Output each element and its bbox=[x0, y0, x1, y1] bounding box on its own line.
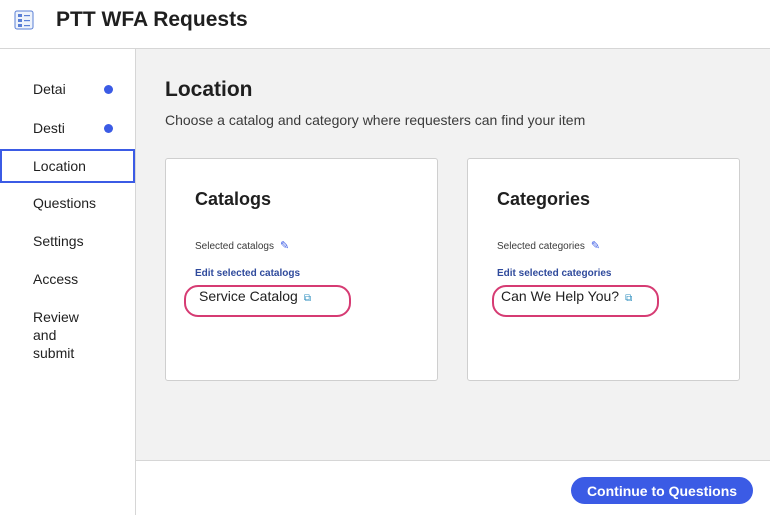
categories-title: Categories bbox=[497, 189, 591, 209]
sidebar-item-label: Review and submit bbox=[33, 309, 79, 361]
sidebar-item-settings[interactable]: Settings bbox=[0, 233, 133, 249]
page-subtitle: Choose a catalog and category where requ… bbox=[165, 112, 586, 128]
categories-card: Categories Selected categories ✎ Edit sel… bbox=[467, 158, 740, 381]
status-dot-icon bbox=[104, 85, 113, 94]
sidebar-item-label: Location bbox=[33, 158, 86, 174]
sidebar-item-destination[interactable]: Desti bbox=[0, 120, 133, 136]
sidebar-item-location[interactable]: Location bbox=[0, 149, 135, 183]
sidebar-item-review-submit[interactable]: Review and submit bbox=[0, 308, 100, 362]
app-title: PTT WFA Requests bbox=[56, 8, 248, 31]
checklist-icon bbox=[14, 10, 34, 30]
status-dot-icon bbox=[104, 124, 113, 133]
sidebar-item-label: Settings bbox=[33, 233, 84, 249]
sidebar-item-access[interactable]: Access bbox=[0, 271, 133, 287]
pencil-icon[interactable]: ✎ bbox=[280, 239, 289, 252]
page-title: Location bbox=[165, 78, 253, 101]
selected-catalogs-label: Selected catalogs ✎ bbox=[195, 239, 289, 252]
sidebar-nav: Detai Desti Location Questions Settings … bbox=[0, 49, 136, 515]
highlight-annotation bbox=[492, 285, 659, 317]
app-header: PTT WFA Requests bbox=[0, 0, 770, 49]
sidebar-item-label: Access bbox=[33, 271, 79, 287]
selected-categories-text: Selected categories bbox=[497, 241, 585, 252]
selected-categories-label: Selected categories ✎ bbox=[497, 239, 600, 252]
catalogs-card: Catalogs Selected catalogs ✎ Edit selecte… bbox=[165, 158, 438, 381]
continue-button[interactable]: Continue to Questions bbox=[571, 477, 753, 504]
catalogs-title: Catalogs bbox=[195, 189, 272, 209]
main-content: Location Choose a catalog and category w… bbox=[136, 49, 770, 460]
sidebar-item-label: Desti bbox=[33, 120, 65, 136]
highlight-annotation bbox=[184, 285, 351, 317]
edit-catalogs-link[interactable]: Edit selected catalogs bbox=[195, 268, 300, 279]
footer-bar: Continue to Questions bbox=[136, 460, 770, 516]
pencil-icon[interactable]: ✎ bbox=[591, 239, 600, 252]
selected-catalogs-text: Selected catalogs bbox=[195, 241, 274, 252]
sidebar-item-questions[interactable]: Questions bbox=[0, 195, 133, 211]
sidebar-item-label: Detai bbox=[33, 81, 66, 97]
edit-categories-link[interactable]: Edit selected categories bbox=[497, 268, 612, 279]
sidebar-item-label: Questions bbox=[33, 195, 97, 211]
sidebar-item-details[interactable]: Detai bbox=[0, 81, 133, 97]
